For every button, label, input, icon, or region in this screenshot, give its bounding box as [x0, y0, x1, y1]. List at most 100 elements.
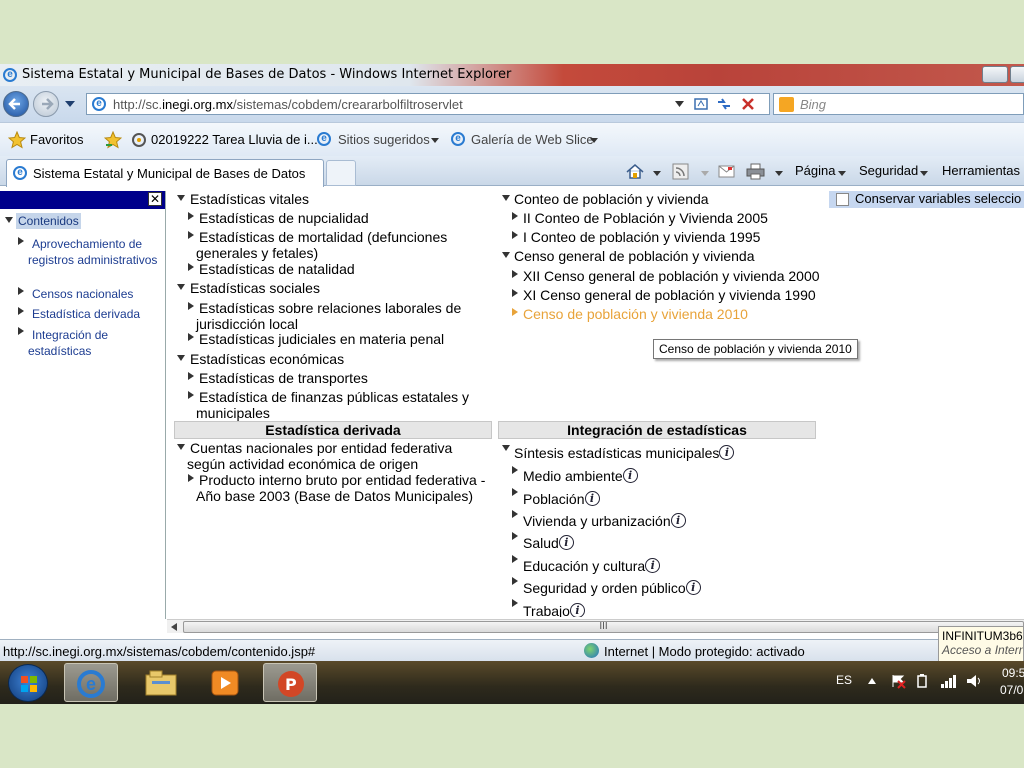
- tab-active[interactable]: e Sistema Estatal y Municipal de Bases d…: [6, 159, 324, 187]
- collapse-icon[interactable]: [177, 444, 185, 450]
- expand-icon[interactable]: [18, 287, 24, 295]
- node-transportes[interactable]: Estadísticas de transportes: [199, 370, 368, 386]
- expand-icon[interactable]: [188, 231, 194, 239]
- expand-icon[interactable]: [512, 212, 518, 220]
- history-dropdown-icon[interactable]: [65, 101, 75, 107]
- web-slice-gallery-link[interactable]: Galería de Web Slice: [471, 132, 594, 147]
- address-dropdown-icon[interactable]: [675, 101, 684, 107]
- expand-icon[interactable]: [18, 307, 24, 315]
- expand-icon[interactable]: [188, 263, 194, 271]
- node-vivienda[interactable]: Vivienda y urbanización i: [523, 513, 686, 529]
- expand-icon[interactable]: [512, 308, 518, 316]
- left-item-integracion[interactable]: Integración de estadísticas: [28, 327, 148, 359]
- collapse-icon[interactable]: [502, 445, 510, 451]
- scroll-left-icon[interactable]: [171, 623, 177, 631]
- node-judiciales[interactable]: Estadísticas judiciales en materia penal: [199, 331, 444, 347]
- info-icon[interactable]: i: [584, 491, 600, 506]
- left-item-censos[interactable]: Censos nacionales: [32, 286, 133, 302]
- forward-button[interactable]: [33, 91, 59, 117]
- node-nupcialidad[interactable]: Estadísticas de nupcialidad: [199, 210, 369, 226]
- taskbar-ie-button[interactable]: e: [64, 663, 118, 702]
- security-menu[interactable]: Seguridad: [859, 163, 918, 178]
- expand-icon[interactable]: [512, 532, 518, 540]
- collapse-icon[interactable]: [502, 195, 510, 201]
- home-icon[interactable]: [626, 163, 644, 180]
- collapse-icon[interactable]: [502, 252, 510, 258]
- info-icon[interactable]: i: [645, 558, 661, 573]
- collapse-icon[interactable]: [177, 284, 185, 290]
- node-medio-ambiente[interactable]: Medio ambiente i: [523, 468, 638, 484]
- power-icon[interactable]: [914, 673, 930, 689]
- start-button[interactable]: [8, 664, 48, 702]
- node-censo[interactable]: Censo general de población y vivienda: [514, 248, 755, 264]
- node-finanzas[interactable]: Estadística de finanzas públicas estatal…: [196, 389, 486, 421]
- expand-icon[interactable]: [5, 217, 13, 223]
- expand-icon[interactable]: [512, 231, 518, 239]
- node-economicas[interactable]: Estadísticas económicas: [190, 351, 344, 367]
- add-favorite-icon[interactable]: [104, 131, 122, 149]
- info-icon[interactable]: i: [670, 513, 686, 528]
- taskbar-media-button[interactable]: [198, 663, 252, 702]
- collapse-icon[interactable]: [177, 195, 185, 201]
- expand-icon[interactable]: [512, 488, 518, 496]
- network-notification[interactable]: INFINITUM3b6 Acceso a Intern: [938, 626, 1024, 662]
- clock-time[interactable]: 09:5: [1002, 666, 1024, 680]
- expand-icon[interactable]: [18, 237, 24, 245]
- expand-icon[interactable]: [512, 599, 518, 607]
- close-panel-button[interactable]: ✕: [148, 192, 162, 206]
- favorites-button[interactable]: Favoritos: [30, 132, 83, 147]
- compatibility-view-icon[interactable]: [693, 96, 709, 112]
- network-signal-icon[interactable]: [940, 673, 958, 689]
- security-zone[interactable]: Internet | Modo protegido: activado: [604, 644, 805, 659]
- favorite-link-1[interactable]: 02019222 Tarea Lluvia de i...: [151, 132, 318, 147]
- expand-icon[interactable]: [512, 270, 518, 278]
- volume-icon[interactable]: [966, 673, 984, 689]
- home-dropdown-icon[interactable]: [653, 171, 661, 176]
- expand-icon[interactable]: [188, 302, 194, 310]
- expand-icon[interactable]: [512, 510, 518, 518]
- node-laborales[interactable]: Estadísticas sobre relaciones laborales …: [196, 300, 486, 332]
- tree-root-contenidos[interactable]: Contenidos: [16, 213, 81, 229]
- expand-icon[interactable]: [188, 391, 194, 399]
- node-conteo-1995[interactable]: I Conteo de población y vivienda 1995: [523, 229, 760, 245]
- collapse-icon[interactable]: [177, 355, 185, 361]
- node-censo-1990[interactable]: XI Censo general de población y vivienda…: [523, 287, 816, 303]
- feeds-icon[interactable]: [672, 163, 689, 180]
- expand-icon[interactable]: [512, 555, 518, 563]
- info-icon[interactable]: i: [685, 580, 701, 595]
- tools-menu[interactable]: Herramientas: [942, 163, 1020, 178]
- language-indicator[interactable]: ES: [836, 673, 852, 687]
- expand-icon[interactable]: [188, 333, 194, 341]
- node-mortalidad[interactable]: Estadísticas de mortalidad (defunciones …: [196, 229, 466, 261]
- search-input[interactable]: Bing: [773, 93, 1024, 115]
- left-item-derivada[interactable]: Estadística derivada: [32, 306, 140, 322]
- stop-icon[interactable]: [741, 97, 755, 111]
- taskbar-explorer-button[interactable]: [134, 663, 188, 702]
- expand-icon[interactable]: [188, 474, 194, 482]
- address-input[interactable]: e http://sc.inegi.org.mx/sistemas/cobdem…: [86, 93, 770, 115]
- page-menu[interactable]: Página: [795, 163, 835, 178]
- node-trabajo[interactable]: Trabajo i: [523, 603, 585, 617]
- new-tab-button[interactable]: [326, 160, 356, 186]
- node-natalidad[interactable]: Estadísticas de natalidad: [199, 261, 355, 277]
- feeds-dropdown-icon[interactable]: [701, 171, 709, 176]
- info-icon[interactable]: i: [622, 468, 638, 483]
- node-censo-2010[interactable]: Censo de población y vivienda 2010: [523, 306, 748, 322]
- node-sociales[interactable]: Estadísticas sociales: [190, 280, 320, 296]
- expand-icon[interactable]: [512, 466, 518, 474]
- node-pib[interactable]: Producto interno bruto por entidad feder…: [196, 472, 496, 504]
- node-vitales[interactable]: Estadísticas vitales: [190, 191, 309, 207]
- info-icon[interactable]: i: [558, 535, 574, 550]
- node-conteo-2005[interactable]: II Conteo de Población y Vivienda 2005: [523, 210, 768, 226]
- action-center-icon[interactable]: [890, 673, 906, 689]
- scrollbar-thumb[interactable]: III: [183, 621, 1024, 633]
- suggested-sites-dropdown-icon[interactable]: [431, 138, 439, 143]
- back-button[interactable]: [3, 91, 29, 117]
- expand-icon[interactable]: [18, 327, 24, 335]
- horizontal-scrollbar[interactable]: III: [167, 619, 1024, 633]
- conservar-variables-checkbox[interactable]: Conservar variables seleccio: [829, 191, 1024, 208]
- taskbar-powerpoint-button[interactable]: P: [263, 663, 317, 702]
- info-icon[interactable]: i: [719, 445, 735, 460]
- node-salud[interactable]: Salud i: [523, 535, 574, 551]
- expand-icon[interactable]: [188, 372, 194, 380]
